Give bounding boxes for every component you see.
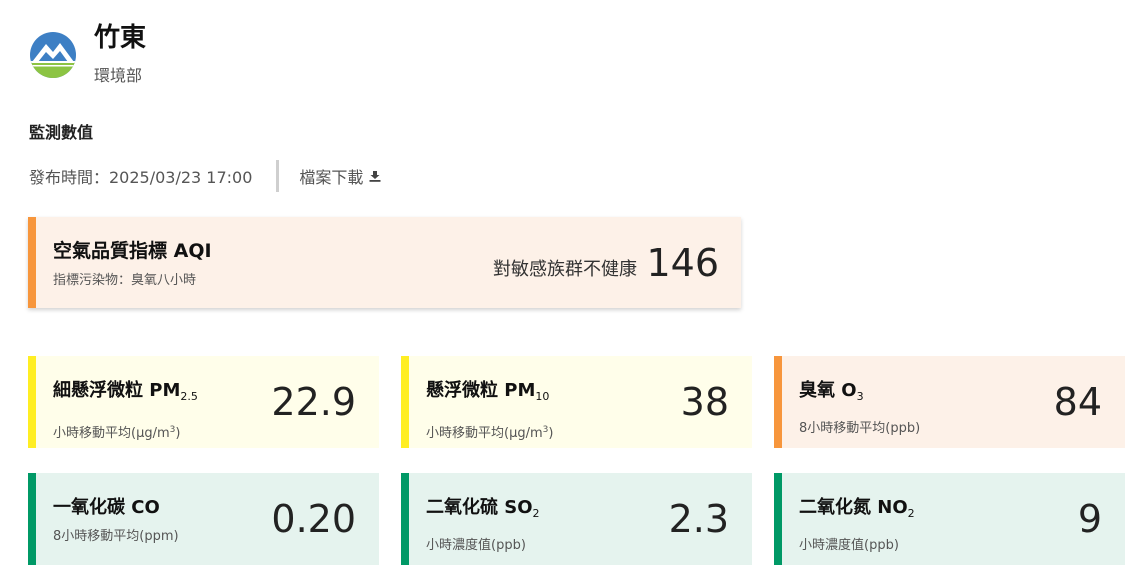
pollutant-name: 一氧化碳 CO (53, 497, 160, 518)
pollutant-name: 臭氧 O3 (799, 380, 864, 403)
pollutant-card-co: 一氧化碳 CO 8小時移動平均(ppm) 0.20 (28, 473, 379, 565)
pollutant-value: 2.3 (668, 497, 729, 541)
section-title: 監測數值 (29, 123, 94, 142)
pollutant-card-pm25: 細懸浮微粒 PM2.5 小時移動平均(μg/m3) 22.9 (28, 356, 379, 448)
pollutant-card-pm10: 懸浮微粒 PM10 小時移動平均(μg/m3) 38 (401, 356, 752, 448)
aqi-pollutant: 指標污染物：臭氧八小時 (53, 273, 197, 288)
pollutant-value: 22.9 (271, 380, 356, 424)
publish-time: 發布時間：2025/03/23 17:00 (29, 168, 253, 187)
pollutant-unit: 小時移動平均(μg/m3) (426, 425, 554, 441)
download-icon (369, 171, 381, 182)
meta-divider (276, 160, 280, 192)
pollutant-card-no2: 二氧化氮 NO2 小時濃度值(ppb) 9 (774, 473, 1125, 565)
pollutant-unit: 小時濃度值(ppb) (799, 538, 899, 553)
aqi-card: 空氣品質指標 AQI 指標污染物：臭氧八小時 對敏感族群不健康 146 (28, 217, 741, 308)
pollutant-name: 細懸浮微粒 PM2.5 (53, 380, 198, 403)
pollutant-name: 二氧化硫 SO2 (426, 497, 540, 520)
environment-ministry-logo-icon (30, 32, 76, 78)
pollutant-value: 9 (1077, 497, 1102, 541)
pollutant-unit: 小時移動平均(μg/m3) (53, 425, 181, 441)
pollutant-value: 84 (1053, 380, 1102, 424)
pollutant-unit: 8小時移動平均(ppb) (799, 421, 921, 436)
pollutant-card-o3: 臭氧 O3 8小時移動平均(ppb) 84 (774, 356, 1125, 448)
station-name: 竹東 (94, 23, 147, 53)
pollutant-unit: 小時濃度值(ppb) (426, 538, 526, 553)
meta-row: 發布時間：2025/03/23 17:00 檔案下載 (29, 160, 381, 192)
download-button[interactable]: 檔案下載 (299, 164, 381, 188)
aqi-value: 146 (646, 241, 719, 285)
pollutant-value: 0.20 (271, 497, 356, 541)
pollutant-unit: 8小時移動平均(ppm) (53, 529, 179, 544)
pollutant-name: 懸浮微粒 PM10 (426, 380, 550, 403)
agency-name: 環境部 (94, 66, 143, 85)
station-header: 竹東 環境部 (30, 22, 146, 86)
aqi-status: 對敏感族群不健康 (493, 259, 637, 280)
aqi-title: 空氣品質指標 AQI (53, 240, 212, 262)
pollutant-name: 二氧化氮 NO2 (799, 497, 915, 520)
pollutant-value: 38 (680, 380, 729, 424)
pollutant-card-so2: 二氧化硫 SO2 小時濃度值(ppb) 2.3 (401, 473, 752, 565)
download-label: 檔案下載 (299, 168, 364, 187)
